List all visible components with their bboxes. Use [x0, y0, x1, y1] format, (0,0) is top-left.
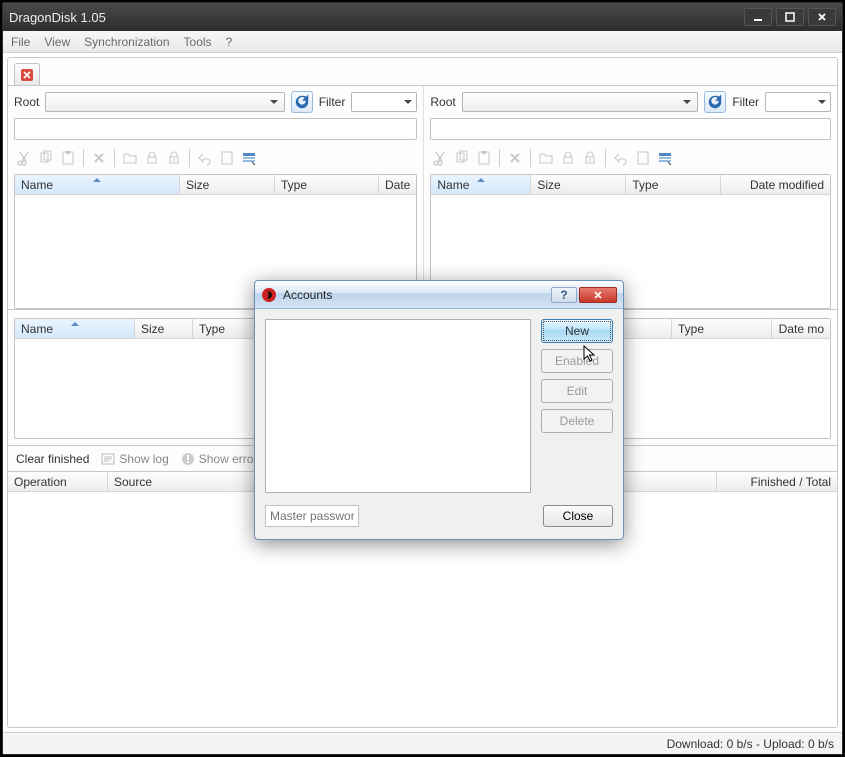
dialog-close-button[interactable]: [579, 287, 617, 303]
close-dialog-button[interactable]: Close: [543, 505, 613, 527]
dialog-title: Accounts: [283, 288, 551, 302]
master-password-input[interactable]: [265, 505, 359, 527]
enabled-button[interactable]: Enabled: [541, 349, 613, 373]
accounts-list[interactable]: [265, 319, 531, 493]
dialog-help-button[interactable]: ?: [551, 287, 577, 303]
edit-account-button[interactable]: Edit: [541, 379, 613, 403]
app-icon: [261, 287, 277, 303]
dialog-titlebar[interactable]: Accounts ?: [255, 281, 623, 309]
delete-account-button[interactable]: Delete: [541, 409, 613, 433]
new-account-button[interactable]: New: [541, 319, 613, 343]
accounts-dialog: Accounts ? New Enabled Edit Delete Close: [254, 280, 624, 540]
